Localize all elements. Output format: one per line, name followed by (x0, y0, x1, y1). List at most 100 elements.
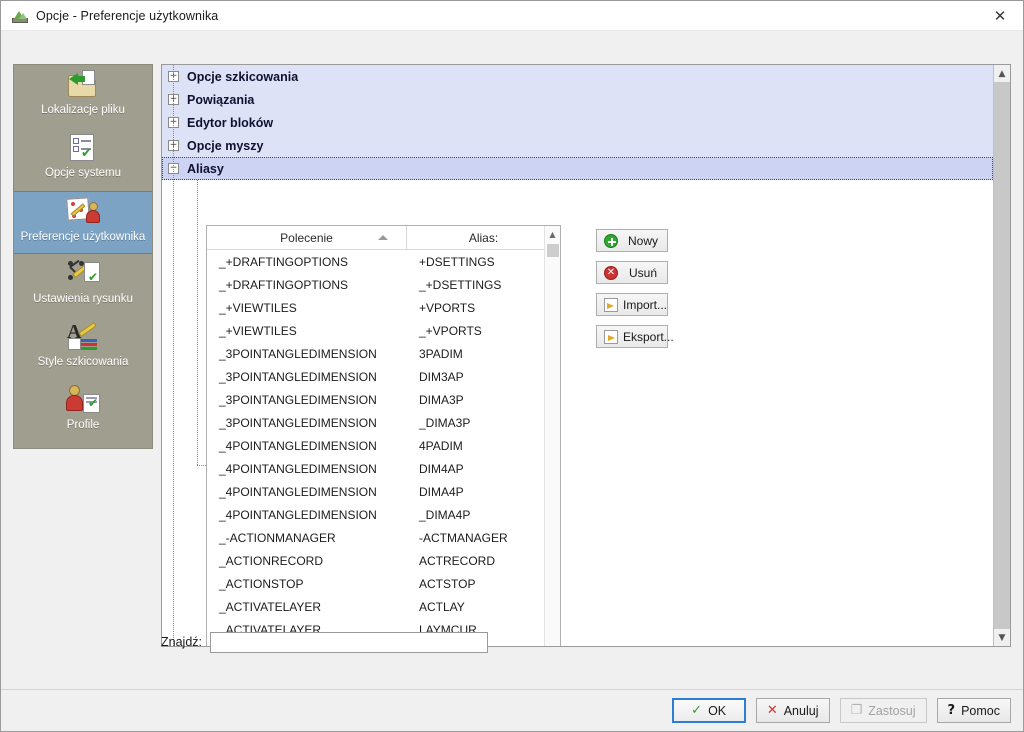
button-label: Usuń (628, 265, 657, 280)
table-row[interactable]: _4POINTANGLEDIMENSION 4PADIM (207, 434, 544, 457)
scroll-down-icon[interactable]: ▼ (994, 629, 1010, 646)
apply-button: ❐ Zastosuj (839, 698, 927, 723)
delete-alias-button[interactable]: ✕ Usuń (596, 261, 668, 284)
cell-command: _3POINTANGLEDIMENSION (219, 369, 377, 384)
delete-circle-icon: ✕ (604, 265, 618, 280)
alias-table-scrollbar[interactable]: ▲ (544, 226, 560, 646)
cell-command: _+DRAFTINGOPTIONS (219, 254, 349, 269)
tree-guide-line (173, 65, 174, 646)
cell-alias: _+DSETTINGS (419, 277, 502, 292)
cell-alias: _DIMA4P (419, 507, 471, 522)
cell-command: _4POINTANGLEDIMENSION (219, 461, 377, 476)
checklist-icon: ✔ (66, 132, 100, 164)
table-row[interactable]: _3POINTANGLEDIMENSION 3PADIM (207, 342, 544, 365)
chart-bars-icon (12, 8, 28, 24)
table-row[interactable]: _+VIEWTILES +VPORTS (207, 296, 544, 319)
tree-node-aliasy[interactable]: − Aliasy (162, 157, 993, 180)
cell-alias: ACTLAY (419, 599, 465, 614)
settings-panel-scrollbar[interactable]: ▲ ▼ (993, 65, 1010, 646)
find-input[interactable] (210, 631, 488, 653)
tree-node-edytor-blokow[interactable]: + Edytor bloków (162, 111, 993, 134)
column-header-polecenie[interactable]: Polecenie (207, 226, 407, 249)
tree-node-opcje-szkicowania[interactable]: + Opcje szkicowania (162, 65, 993, 88)
tree-node-powiazania[interactable]: + Powiązania (162, 88, 993, 111)
profile-icon: ✔ (66, 384, 100, 416)
cell-alias: _+VPORTS (419, 323, 482, 338)
scroll-up-icon[interactable]: ▲ (545, 226, 560, 242)
new-alias-button[interactable]: Nowy (596, 229, 668, 252)
table-row[interactable]: _-ACTIONMANAGER -ACTMANAGER (207, 526, 544, 549)
tree-node-label: Powiązania (187, 92, 255, 107)
button-label: OK (708, 703, 727, 718)
export-page-icon (604, 329, 618, 344)
sidebar-item-opcje-systemu[interactable]: ✔ Opcje systemu (14, 128, 152, 191)
table-row[interactable]: _ACTIONRECORD ACTRECORD (207, 549, 544, 572)
sidebar-item-label: Opcje systemu (44, 167, 122, 179)
cell-command: _+VIEWTILES (219, 300, 297, 315)
cell-command: _3POINTANGLEDIMENSION (219, 346, 377, 361)
options-dialog-window: Opcje - Preferencje użytkownika ✕ Lokali… (0, 0, 1024, 732)
button-label: Anuluj (783, 703, 819, 718)
cell-command: _4POINTANGLEDIMENSION (219, 484, 377, 499)
sidebar-item-ustawienia-rysunku[interactable]: ✔ Ustawienia rysunku (14, 254, 152, 317)
drawing-settings-icon: ✔ (66, 258, 100, 290)
cell-command: _+DRAFTINGOPTIONS (219, 277, 349, 292)
find-row: Znajdź: (161, 631, 488, 653)
import-aliases-button[interactable]: Import... (596, 293, 668, 316)
folder-export-icon (66, 69, 100, 101)
close-icon[interactable]: ✕ (977, 1, 1023, 30)
cell-command: _4POINTANGLEDIMENSION (219, 438, 377, 453)
cell-alias: DIMA4P (419, 484, 464, 499)
apply-icon: ❐ (850, 703, 863, 718)
column-header-alias[interactable]: Alias: (407, 226, 560, 249)
table-row[interactable]: _4POINTANGLEDIMENSION DIMA4P (207, 480, 544, 503)
table-row[interactable]: _3POINTANGLEDIMENSION DIM3AP (207, 365, 544, 388)
column-header-label: Alias: (468, 230, 499, 245)
window-title: Opcje - Preferencje użytkownika (36, 8, 219, 23)
cell-alias: 4PADIM (419, 438, 463, 453)
dialog-footer: ✓ OK ✕ Anuluj ❐ Zastosuj ? Pomoc (1, 689, 1023, 731)
cell-command: _+VIEWTILES (219, 323, 297, 338)
help-button[interactable]: ? Pomoc (936, 698, 1011, 723)
table-row[interactable]: _ACTIVATELAYER ACTLAY (207, 595, 544, 618)
x-icon: ✕ (766, 703, 778, 718)
scroll-up-icon[interactable]: ▲ (994, 65, 1010, 82)
scrollbar-thumb[interactable] (547, 244, 559, 257)
table-row[interactable]: _+DRAFTINGOPTIONS _+DSETTINGS (207, 273, 544, 296)
plus-circle-icon (604, 233, 618, 248)
cell-command: _-ACTIONMANAGER (219, 530, 336, 545)
title-bar: Opcje - Preferencje użytkownika ✕ (1, 1, 1023, 31)
alias-table: Polecenie Alias: _+DRAFTINGOPTIONS +DSETT… (206, 225, 561, 646)
cancel-button[interactable]: ✕ Anuluj (755, 698, 830, 723)
tree-node-label: Aliasy (187, 161, 224, 176)
tree-node-label: Edytor bloków (187, 115, 274, 130)
button-label: Pomoc (961, 703, 1000, 718)
sidebar-item-preferencje-uzytkownika[interactable]: Preferencje użytkownika (14, 191, 152, 254)
table-row[interactable]: _+DRAFTINGOPTIONS +DSETTINGS (207, 250, 544, 273)
button-label: Import... (623, 297, 668, 312)
alias-table-body: _+DRAFTINGOPTIONS +DSETTINGS _+DRAFTINGOP… (207, 250, 544, 647)
export-aliases-button[interactable]: Eksport... (596, 325, 674, 348)
sort-ascending-icon (378, 235, 388, 240)
cell-alias: ACTRECORD (419, 553, 496, 568)
table-row[interactable]: _3POINTANGLEDIMENSION DIMA3P (207, 388, 544, 411)
sidebar-item-label: Ustawienia rysunku (33, 293, 133, 305)
cell-alias: 3PADIM (419, 346, 463, 361)
ok-button[interactable]: ✓ OK (671, 698, 746, 723)
sidebar-item-profile[interactable]: ✔ Profile (14, 380, 152, 443)
sidebar-item-lokalizacje-pliku[interactable]: Lokalizacje pliku (14, 65, 152, 128)
sidebar-item-style-szkicowania[interactable]: A Style szkicowania (14, 317, 152, 380)
alias-action-buttons: Nowy ✕ Usuń Import... Eksport... (596, 229, 674, 357)
table-row[interactable]: _+VIEWTILES _+VPORTS (207, 319, 544, 342)
tree-node-label: Opcje szkicowania (187, 69, 299, 84)
cell-alias: -ACTMANAGER (419, 530, 508, 545)
table-row[interactable]: _3POINTANGLEDIMENSION _DIMA3P (207, 411, 544, 434)
settings-tree: + Opcje szkicowania + Powiązania + Edyto… (162, 65, 993, 180)
tree-node-opcje-myszy[interactable]: + Opcje myszy (162, 134, 993, 157)
cell-alias: ACTSTOP (419, 576, 476, 591)
table-row[interactable]: _4POINTANGLEDIMENSION DIM4AP (207, 457, 544, 480)
table-row[interactable]: _4POINTANGLEDIMENSION _DIMA4P (207, 503, 544, 526)
table-row[interactable]: _ACTIONSTOP ACTSTOP (207, 572, 544, 595)
cell-alias: DIMA3P (419, 392, 464, 407)
cell-command: _ACTIVATELAYER (219, 599, 322, 614)
